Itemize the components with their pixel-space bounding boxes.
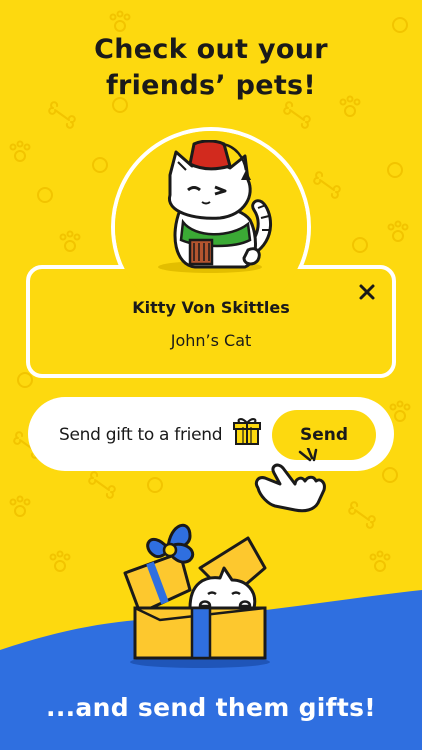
gift-box-illustration [123, 523, 270, 668]
pointing-hand-icon [254, 448, 326, 513]
pet-name: Kitty Von Skittles [132, 298, 290, 317]
pet-owner-label: John’s Cat [170, 331, 252, 350]
page-title-line2: friends’ pets! [105, 70, 317, 101]
page-title: Check out your friends’ pets! [0, 32, 422, 104]
footer-tagline: ...and send them gifts! [46, 693, 376, 722]
cat-pet-illustration [158, 140, 273, 273]
gift-icon [233, 418, 261, 445]
page-title-line1: Check out your [94, 34, 328, 65]
send-gift-label: Send gift to a friend [59, 425, 223, 445]
